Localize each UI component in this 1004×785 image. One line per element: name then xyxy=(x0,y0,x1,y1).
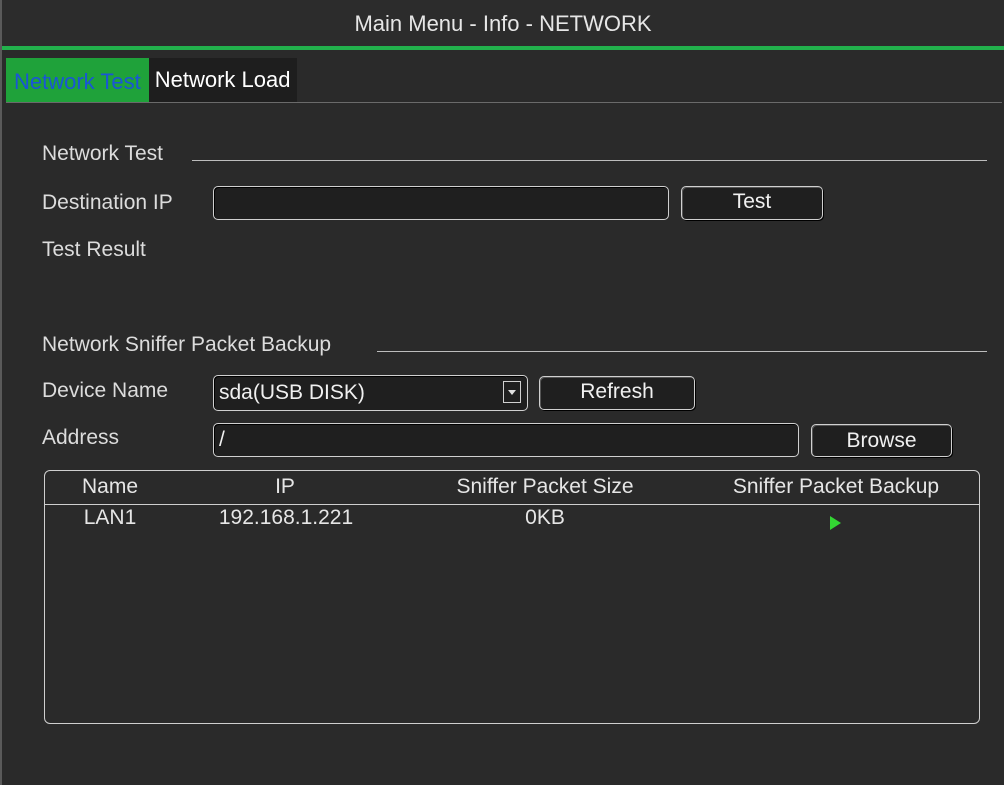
column-header-packet-backup: Sniffer Packet Backup xyxy=(732,475,940,498)
tab-network-test[interactable]: Network Test xyxy=(6,58,149,102)
tab-bar: Network Test Network Load xyxy=(6,58,297,102)
device-name-select[interactable]: sda(USB DISK) xyxy=(213,375,528,411)
tab-divider xyxy=(6,102,1002,103)
test-button[interactable]: Test xyxy=(681,186,823,220)
destination-ip-input[interactable] xyxy=(213,186,669,220)
browse-button[interactable]: Browse xyxy=(811,424,952,457)
window-title: Main Menu - Info - NETWORK xyxy=(2,0,1004,50)
address-input[interactable]: / xyxy=(213,423,799,457)
column-header-packet-size: Sniffer Packet Size xyxy=(456,475,634,498)
network-info-window: Main Menu - Info - NETWORK Network Test … xyxy=(0,0,1004,785)
cell-name: LAN1 xyxy=(83,506,137,529)
device-name-label: Device Name xyxy=(42,379,169,402)
sniffer-table: Name IP Sniffer Packet Size Sniffer Pack… xyxy=(44,470,980,724)
play-icon[interactable] xyxy=(830,516,841,530)
table-header: Name IP Sniffer Packet Size Sniffer Pack… xyxy=(45,471,979,505)
address-label: Address xyxy=(42,426,120,449)
refresh-button[interactable]: Refresh xyxy=(539,376,695,410)
network-test-divider xyxy=(192,160,987,161)
sniffer-section-title: Network Sniffer Packet Backup xyxy=(42,333,332,356)
cell-packet-size: 0KB xyxy=(525,506,565,529)
column-header-ip: IP xyxy=(275,475,295,498)
column-header-name: Name xyxy=(81,475,139,498)
tab-network-load[interactable]: Network Load xyxy=(148,58,297,102)
chevron-down-icon[interactable] xyxy=(503,381,521,403)
sniffer-divider xyxy=(377,351,987,352)
table-row[interactable]: LAN1 192.168.1.221 0KB xyxy=(45,505,979,535)
network-test-section-title: Network Test xyxy=(42,142,163,165)
test-result-label: Test Result xyxy=(42,238,146,261)
cell-ip: 192.168.1.221 xyxy=(218,506,354,529)
destination-ip-label: Destination IP xyxy=(42,191,173,214)
device-name-value: sda(USB DISK) xyxy=(219,381,365,404)
